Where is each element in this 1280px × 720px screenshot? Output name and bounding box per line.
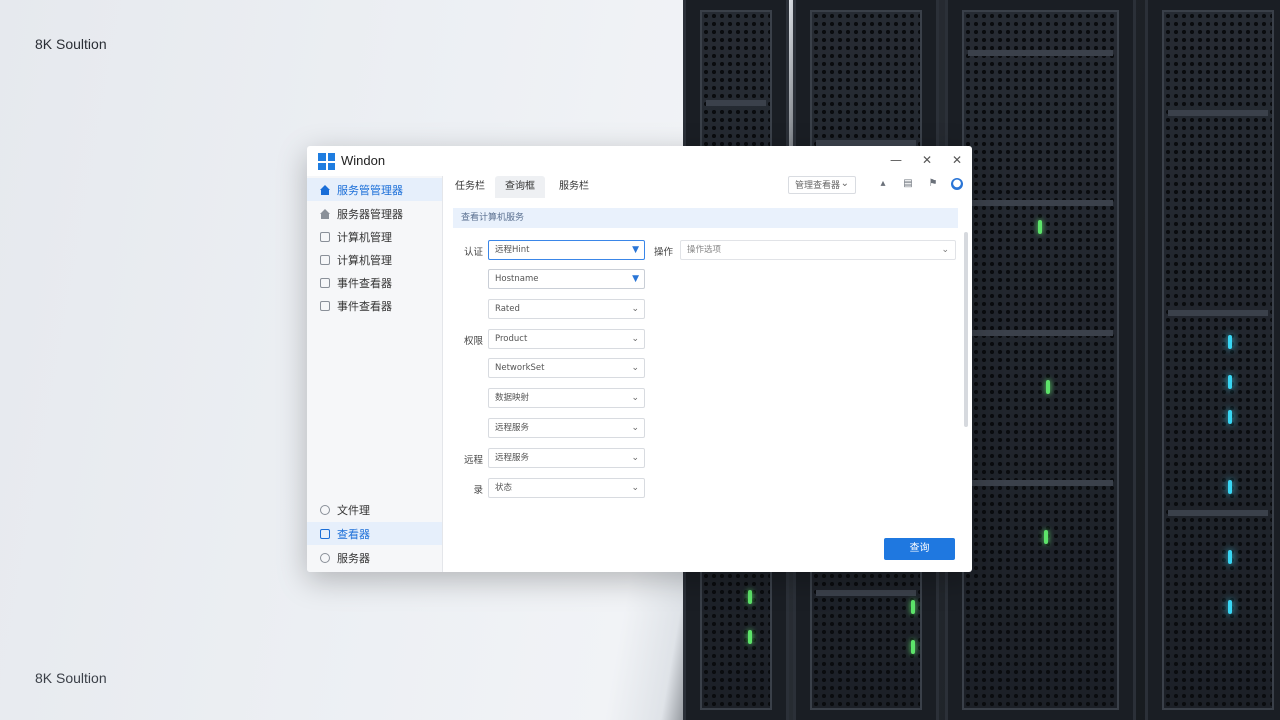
remote-service-select[interactable]: 远程服务 ⌄ [488, 418, 645, 438]
sidebar-item-event-viewer-2[interactable]: 事件查看器 [307, 294, 442, 317]
chevron-down-icon: ⌄ [941, 245, 949, 255]
chevron-down-icon: ⌄ [631, 304, 639, 314]
chevron-down-icon: ⌄ [631, 363, 639, 373]
square-icon [320, 254, 330, 265]
home-icon [320, 184, 330, 195]
maximize-button[interactable]: ✕ [916, 151, 938, 169]
app-window: Windon — ✕ ✕ 服务管管理器 服务器管理器 计算机管理 计算机管理 事… [307, 146, 972, 572]
field-value: 操作选项 [687, 245, 722, 255]
chevron-down-icon: ⌄ [631, 334, 639, 344]
window-title: Windon [341, 153, 386, 168]
data-mapping-select[interactable]: 数据映射 ⌄ [488, 388, 645, 408]
tab-taskbar[interactable]: 任务栏 [445, 176, 495, 198]
sidebar-item-label: 查看器 [337, 527, 370, 541]
network-set-select[interactable]: NetworkSet ⌄ [488, 358, 645, 378]
titlebar: Windon — ✕ ✕ [307, 146, 972, 176]
tab-query[interactable]: 查询框 [495, 176, 545, 198]
chart-icon[interactable]: ▴ [877, 178, 889, 190]
brand-bottom: 8K Soultion [35, 670, 107, 686]
sidebar-item-label: 事件查看器 [337, 276, 392, 290]
field-value: 远程服务 [495, 423, 530, 433]
home-icon [320, 208, 330, 219]
server-rack [1145, 0, 1280, 720]
sidebar-item-label: 计算机管理 [337, 253, 392, 267]
field-value: NetworkSet [495, 363, 545, 373]
field-value: 状态 [495, 483, 513, 493]
sidebar-item-computer-management-2[interactable]: 计算机管理 [307, 248, 442, 271]
sidebar-item-label: 服务管管理器 [337, 183, 403, 197]
sidebar-item-label: 文件理 [337, 503, 370, 517]
chevron-down-icon: ⌄ [631, 453, 639, 463]
operation-select[interactable]: 操作选项 ⌄ [680, 240, 956, 260]
settings-icon[interactable]: ● [951, 178, 963, 190]
chevron-down-icon: ▼ [632, 245, 639, 255]
lock-icon [320, 504, 330, 515]
square-icon [320, 277, 330, 288]
server-rack [945, 0, 1136, 720]
sidebar-item-event-viewer[interactable]: 事件查看器 [307, 271, 442, 294]
sidebar-item-file[interactable]: 文件理 [307, 498, 442, 521]
field-value: 远程服务 [495, 453, 530, 463]
side-label-operation: 操作 [653, 247, 673, 258]
main-panel: 任务栏 查询框 服务栏 管理查看器 ▴ ▤ ⚑ ● 查看计算机服务 认证 远程H… [443, 175, 972, 572]
chevron-down-icon: ⌄ [631, 393, 639, 403]
sidebar-item-server-manager[interactable]: 服务器管理器 [307, 202, 442, 225]
minimize-button[interactable]: — [885, 151, 907, 169]
lock-icon [320, 528, 330, 539]
scrollbar[interactable] [964, 232, 968, 427]
sidebar-item-computer-management[interactable]: 计算机管理 [307, 225, 442, 248]
sidebar-item-server-manager-home[interactable]: 服务管管理器 [307, 178, 442, 201]
sidebar-item-label: 计算机管理 [337, 230, 392, 244]
chevron-down-icon: ▼ [632, 274, 639, 284]
remote-service-select-2[interactable]: 远程服务 ⌄ [488, 448, 645, 468]
windows-logo-icon [318, 153, 335, 170]
document-icon[interactable]: ▤ [902, 178, 914, 190]
field-value: Hostname [495, 274, 539, 284]
square-icon [320, 231, 330, 242]
tab-service[interactable]: 服务栏 [549, 176, 599, 198]
sidebar-item-label: 事件查看器 [337, 299, 392, 313]
field-value: Product [495, 334, 528, 344]
sidebar-item-label: 服务器管理器 [337, 207, 403, 221]
sidebar-item-server[interactable]: 服务器 [307, 546, 442, 569]
chevron-down-icon: ⌄ [631, 423, 639, 433]
sidebar-item-label: 服务器 [337, 551, 370, 565]
flag-icon[interactable]: ⚑ [927, 178, 939, 190]
info-banner: 查看计算机服务 [453, 208, 958, 228]
remote-hint-select[interactable]: 远程Hint ▼ [488, 240, 645, 260]
chevron-down-icon: ⌄ [631, 483, 639, 493]
sidebar: 服务管管理器 服务器管理器 计算机管理 计算机管理 事件查看器 事件查看器 文件… [307, 176, 443, 572]
field-value: 远程Hint [495, 245, 530, 255]
brand-top: 8K Soultion [35, 36, 107, 52]
manager-select[interactable]: 管理查看器 [788, 175, 856, 194]
field-value: Rated [495, 304, 520, 314]
status-select[interactable]: 状态 ⌄ [488, 478, 645, 498]
rated-select[interactable]: Rated ⌄ [488, 299, 645, 319]
lock-icon [320, 552, 330, 563]
product-select[interactable]: Product ⌄ [488, 329, 645, 349]
query-button[interactable]: 查询 [884, 538, 955, 560]
sidebar-item-viewer[interactable]: 查看器 [307, 522, 442, 545]
hostname-select[interactable]: Hostname ▼ [488, 269, 645, 289]
group-label-auth: 认证 [463, 247, 483, 258]
group-label-remote: 远程 [463, 455, 483, 466]
close-button[interactable]: ✕ [946, 151, 968, 169]
group-label-permission: 权限 [463, 336, 483, 347]
group-label-record: 录 [473, 485, 483, 496]
square-icon [320, 300, 330, 311]
field-value: 数据映射 [495, 393, 530, 403]
